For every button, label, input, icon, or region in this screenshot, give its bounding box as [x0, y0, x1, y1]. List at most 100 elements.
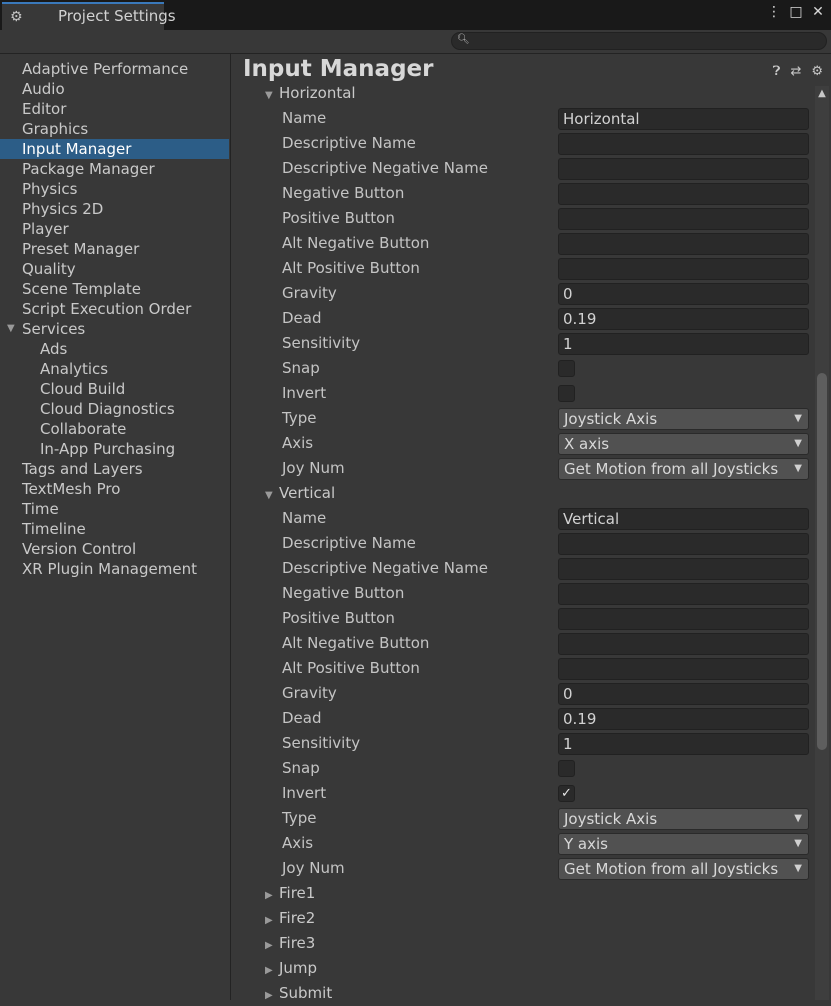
collapsed-triangle-icon[interactable]: ▶	[265, 915, 279, 926]
axis-foldout-fire2[interactable]: ▶ Fire2	[231, 906, 811, 931]
type-dropdown[interactable]: Joystick Axis ▼	[558, 408, 809, 430]
name-field[interactable]: Horizontal	[558, 108, 809, 130]
collapsed-triangle-icon[interactable]: ▶	[265, 990, 279, 1001]
preset-icon[interactable]: ⇄	[790, 64, 801, 79]
property-label: Alt Negative Button	[282, 634, 430, 652]
sidebar-item-player[interactable]: Player	[0, 219, 229, 239]
close-icon[interactable]: ✕	[811, 4, 825, 20]
axis-foldout-fire3[interactable]: ▶ Fire3	[231, 931, 811, 956]
sidebar-item-graphics[interactable]: Graphics	[0, 119, 229, 139]
vertical-scrollbar[interactable]: ▲	[815, 86, 829, 1000]
type-dropdown[interactable]: Joystick Axis ▼	[558, 808, 809, 830]
alt-positive-button-field[interactable]	[558, 258, 809, 280]
axis-foldout-submit[interactable]: ▶ Submit	[231, 981, 811, 1006]
dead-field[interactable]: 0.19	[558, 708, 809, 730]
sidebar-item-label: In-App Purchasing	[40, 440, 176, 458]
gear-icon[interactable]: ⚙	[811, 64, 823, 79]
sidebar-item-version-control[interactable]: Version Control	[0, 539, 229, 559]
sidebar-item-time[interactable]: Time	[0, 499, 229, 519]
collapsed-triangle-icon[interactable]: ▶	[265, 965, 279, 976]
property-label: Snap	[282, 759, 320, 777]
maximize-icon[interactable]: □	[789, 4, 803, 20]
search-box[interactable]: 🔍︎	[451, 32, 827, 51]
sidebar-item-textmesh-pro[interactable]: TextMesh Pro	[0, 479, 229, 499]
sidebar-item-script-execution-order[interactable]: Script Execution Order	[0, 299, 229, 319]
sidebar-item-xr-plugin-management[interactable]: XR Plugin Management	[0, 559, 229, 579]
sensitivity-field[interactable]: 1	[558, 333, 809, 355]
sidebar-item-physics[interactable]: Physics	[0, 179, 229, 199]
project-settings-tab[interactable]: ⚙ Project Settings	[2, 2, 176, 30]
property-row-negative-button: Negative Button	[231, 181, 811, 206]
negative-button-field[interactable]	[558, 583, 809, 605]
gravity-field[interactable]: 0	[558, 683, 809, 705]
dropdown-value: X axis	[564, 435, 610, 453]
sidebar-item-tags-and-layers[interactable]: Tags and Layers	[0, 459, 229, 479]
name-field[interactable]: Vertical	[558, 508, 809, 530]
alt-negative-button-field[interactable]	[558, 633, 809, 655]
sidebar-item-in-app-purchasing[interactable]: In-App Purchasing	[0, 439, 229, 459]
alt-positive-button-field[interactable]	[558, 658, 809, 680]
sidebar-item-label: Physics	[22, 180, 78, 198]
sidebar-item-scene-template[interactable]: Scene Template	[0, 279, 229, 299]
sidebar-item-timeline[interactable]: Timeline	[0, 519, 229, 539]
sidebar-item-audio[interactable]: Audio	[0, 79, 229, 99]
more-options-icon[interactable]: ⋮	[767, 4, 781, 20]
gravity-field[interactable]: 0	[558, 283, 809, 305]
sidebar-item-quality[interactable]: Quality	[0, 259, 229, 279]
scrollbar-thumb[interactable]	[817, 373, 827, 750]
invert-checkbox[interactable]	[558, 385, 575, 402]
axis-dropdown[interactable]: Y axis ▼	[558, 833, 809, 855]
sidebar-item-package-manager[interactable]: Package Manager	[0, 159, 229, 179]
expanded-triangle-icon[interactable]: ▼	[265, 490, 279, 501]
scroll-up-arrow-icon[interactable]: ▲	[815, 88, 829, 99]
descriptive-name-field[interactable]	[558, 533, 809, 555]
property-row-axis: Axis Y axis ▼	[231, 831, 811, 856]
snap-checkbox[interactable]	[558, 360, 575, 377]
property-row-snap: Snap	[231, 756, 811, 781]
sidebar-item-services[interactable]: ▼ Services	[0, 319, 229, 339]
snap-checkbox[interactable]	[558, 760, 575, 777]
positive-button-field[interactable]	[558, 208, 809, 230]
sidebar-item-cloud-diagnostics[interactable]: Cloud Diagnostics	[0, 399, 229, 419]
sidebar-item-editor[interactable]: Editor	[0, 99, 229, 119]
dead-field[interactable]: 0.19	[558, 308, 809, 330]
alt-negative-button-field[interactable]	[558, 233, 809, 255]
foldout-label: Fire2	[279, 909, 316, 927]
sidebar-item-adaptive-performance[interactable]: Adaptive Performance	[0, 59, 229, 79]
descriptive-negative-name-field[interactable]	[558, 558, 809, 580]
sidebar-item-cloud-build[interactable]: Cloud Build	[0, 379, 229, 399]
property-row-name: Name Vertical	[231, 506, 811, 531]
sidebar-item-analytics[interactable]: Analytics	[0, 359, 229, 379]
joy-num-dropdown[interactable]: Get Motion from all Joysticks ▼	[558, 858, 809, 880]
sidebar-item-input-manager[interactable]: Input Manager	[0, 139, 229, 159]
dropdown-value: Joystick Axis	[564, 410, 658, 428]
positive-button-field[interactable]	[558, 608, 809, 630]
axis-dropdown[interactable]: X axis ▼	[558, 433, 809, 455]
descriptive-name-field[interactable]	[558, 133, 809, 155]
expanded-triangle-icon[interactable]: ▼	[265, 90, 279, 101]
sidebar-item-label: XR Plugin Management	[22, 560, 197, 578]
collapsed-triangle-icon[interactable]: ▶	[265, 940, 279, 951]
property-label: Sensitivity	[282, 334, 361, 352]
property-row-invert: Invert ✓	[231, 781, 811, 806]
property-label: Joy Num	[282, 459, 345, 477]
sensitivity-field[interactable]: 1	[558, 733, 809, 755]
descriptive-negative-name-field[interactable]	[558, 158, 809, 180]
sidebar-item-preset-manager[interactable]: Preset Manager	[0, 239, 229, 259]
negative-button-field[interactable]	[558, 183, 809, 205]
help-icon[interactable]: ❓︎	[773, 64, 781, 79]
axis-foldout-fire1[interactable]: ▶ Fire1	[231, 881, 811, 906]
header-icons: ❓︎ ⇄ ⚙	[773, 64, 823, 79]
sidebar-item-physics-2d[interactable]: Physics 2D	[0, 199, 229, 219]
axis-foldout-jump[interactable]: ▶ Jump	[231, 956, 811, 981]
sidebar-item-ads[interactable]: Ads	[0, 339, 229, 359]
search-input[interactable]	[472, 33, 816, 51]
collapsed-triangle-icon[interactable]: ▶	[265, 890, 279, 901]
sidebar-item-collaborate[interactable]: Collaborate	[0, 419, 229, 439]
expanded-triangle-icon[interactable]: ▼	[7, 319, 15, 339]
invert-checkbox[interactable]: ✓	[558, 785, 575, 802]
property-label: Name	[282, 509, 327, 527]
axis-foldout-vertical[interactable]: ▼ Vertical	[231, 481, 811, 506]
axis-foldout-horizontal[interactable]: ▼ Horizontal	[231, 81, 811, 106]
joy-num-dropdown[interactable]: Get Motion from all Joysticks ▼	[558, 458, 809, 480]
